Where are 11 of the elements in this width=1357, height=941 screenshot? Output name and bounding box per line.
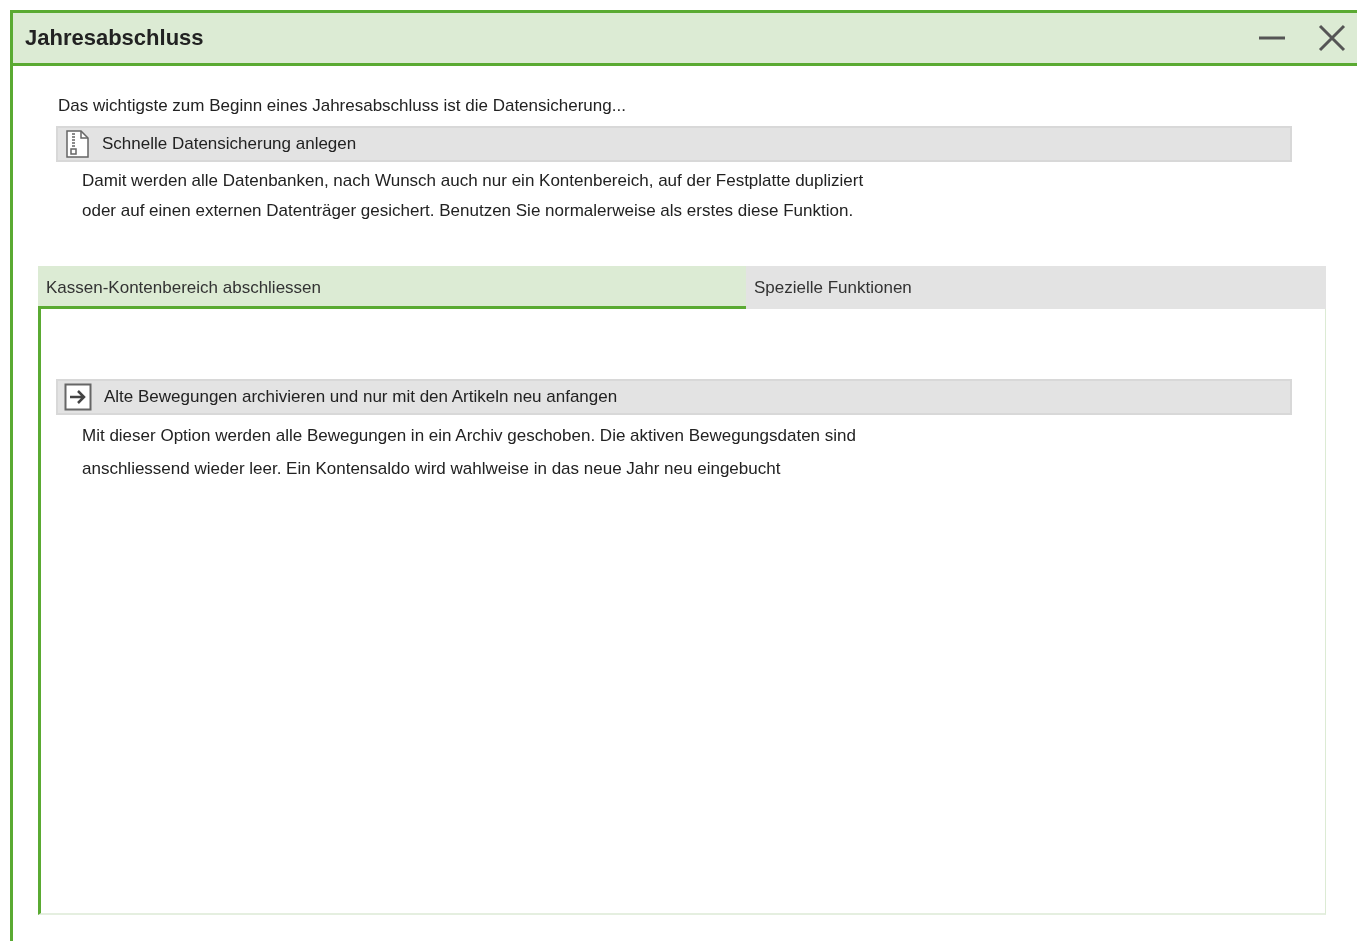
close-icon[interactable]	[1317, 23, 1347, 53]
description-text: Mit dieser Option werden alle Bewegungen in ein Archiv geschoben. Die aktiven Bewegungsdaten sind anschliessend wieder leer. Ein Kontensaldo wird wahlweise in das neue Jahr neu eingebucht	[82, 425, 857, 480]
zip-file-icon	[64, 130, 90, 158]
description-text: Damit werden alle Datenbanken, nach Wunsch auch nur ein Kontenbereich, auf der Festplatte dupliziert oder auf einen externen Datenträger gesichert. Benutzen Sie normalerweise als erstes diese Funktion.	[82, 170, 865, 222]
archive-button[interactable]: Alte Bewegungen archivieren und nur mit den Artikeln neu anfangen	[56, 379, 1292, 415]
window-title: Jahresabschluss	[25, 25, 205, 51]
tab[interactable]: Spezielle Funktionen	[746, 266, 920, 309]
arrow-right-icon	[64, 383, 92, 411]
tab[interactable]: Kassen-Kontenbereich abschliessen	[38, 266, 746, 309]
intro-text: Das wichtigste zum Beginn eines Jahresabschluss ist die Datensicherung...	[58, 96, 627, 116]
backup-button[interactable]: Schnelle Datensicherung anlegen	[56, 126, 1292, 162]
